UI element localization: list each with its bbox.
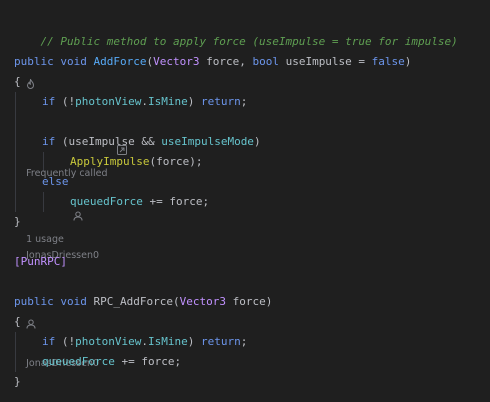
identifier-force: force;	[169, 195, 210, 208]
method-name-addforce[interactable]: AddForce	[94, 55, 147, 68]
keyword-return: return	[200, 95, 241, 108]
operator: +=	[142, 195, 170, 208]
punctuation: )	[187, 335, 201, 348]
code-line-open-brace: {	[14, 72, 21, 92]
punctuation: .	[141, 335, 148, 348]
code-line-comment: // Public method to apply force (useImpu…	[14, 12, 458, 48]
usages-link[interactable]: 1 usage	[26, 234, 64, 245]
punctuation: )	[253, 135, 261, 148]
keyword-if: if	[42, 95, 56, 108]
keyword-if: if	[42, 135, 56, 148]
code-line-apply-impulse: ApplyImpulse(force);	[70, 152, 202, 172]
punctuation: (!	[55, 335, 76, 348]
code-line-else: else	[42, 172, 69, 192]
code-line-attribute: [PunRPC]	[14, 252, 67, 272]
punctuation: )	[187, 95, 201, 108]
code-line-method-signature: public void AddForce(Vector3 force, bool…	[14, 52, 411, 72]
keyword-void: void	[60, 295, 87, 308]
operator: +=	[114, 355, 142, 368]
field-queuedforce[interactable]: queuedForce	[70, 195, 143, 208]
code-line-queued-force: queuedForce += force;	[42, 352, 181, 372]
code-vision-hint[interactable]: Frequently called 1 usage JonasDriessen0	[14, 37, 135, 261]
method-name-rpc-addforce[interactable]: RPC_AddForce	[94, 295, 173, 308]
open-brace: {	[14, 315, 21, 328]
close-brace: }	[14, 375, 21, 388]
type-vector3[interactable]: Vector3	[153, 55, 199, 68]
field-photonview[interactable]: photonView	[75, 335, 141, 348]
punctuation: (	[172, 295, 180, 308]
code-line-close-brace: }	[14, 212, 21, 232]
punctuation: ;	[240, 95, 248, 108]
condition-useimpulse: (useImpulse &&	[55, 135, 162, 148]
attribute-punrpc[interactable]: [PunRPC]	[14, 255, 67, 268]
punctuation: .	[141, 95, 148, 108]
code-line-if-impulse: if (useImpulse && useImpulseMode)	[42, 132, 261, 152]
param-useimpulse: useImpulse =	[278, 55, 372, 68]
code-vision-hint[interactable]: JonasDriessen0	[14, 277, 99, 369]
keyword-return: return	[200, 335, 241, 348]
open-brace: {	[14, 75, 21, 88]
call-arguments: (force);	[149, 155, 203, 168]
keyword-else: else	[42, 175, 69, 188]
keyword-public: public	[14, 295, 54, 308]
code-line-rpc-signature: public void RPC_AddForce(Vector3 force)	[14, 292, 272, 312]
punctuation: ;	[240, 335, 248, 348]
close-brace: }	[14, 215, 21, 228]
code-line-ismine-check: if (!photonView.IsMine) return;	[42, 92, 247, 112]
code-line-close-brace: }	[14, 372, 21, 392]
identifier-force: force;	[141, 355, 182, 368]
punctuation: )	[404, 55, 412, 68]
property-ismine[interactable]: IsMine	[148, 95, 188, 108]
keyword-if: if	[42, 335, 56, 348]
keyword-void: void	[60, 55, 87, 68]
keyword-false: false	[371, 55, 405, 68]
type-vector3[interactable]: Vector3	[180, 295, 226, 308]
punctuation: (!	[55, 95, 76, 108]
field-useimpulsemode[interactable]: useImpulseMode	[161, 135, 254, 148]
field-photonview[interactable]: photonView	[75, 95, 141, 108]
param-force: force,	[199, 55, 253, 68]
field-queuedforce[interactable]: queuedForce	[42, 355, 115, 368]
code-line-queued-force: queuedForce += force;	[70, 192, 209, 212]
property-ismine[interactable]: IsMine	[148, 335, 188, 348]
code-editor[interactable]: // Public method to apply force (useImpu…	[0, 0, 490, 402]
keyword-bool: bool	[252, 55, 279, 68]
keyword-public: public	[14, 55, 54, 68]
code-line-open-brace: {	[14, 312, 21, 332]
code-line-ismine-check: if (!photonView.IsMine) return;	[42, 332, 247, 352]
param-force: force)	[225, 295, 273, 308]
method-call-applyimpulse[interactable]: ApplyImpulse	[70, 155, 149, 168]
